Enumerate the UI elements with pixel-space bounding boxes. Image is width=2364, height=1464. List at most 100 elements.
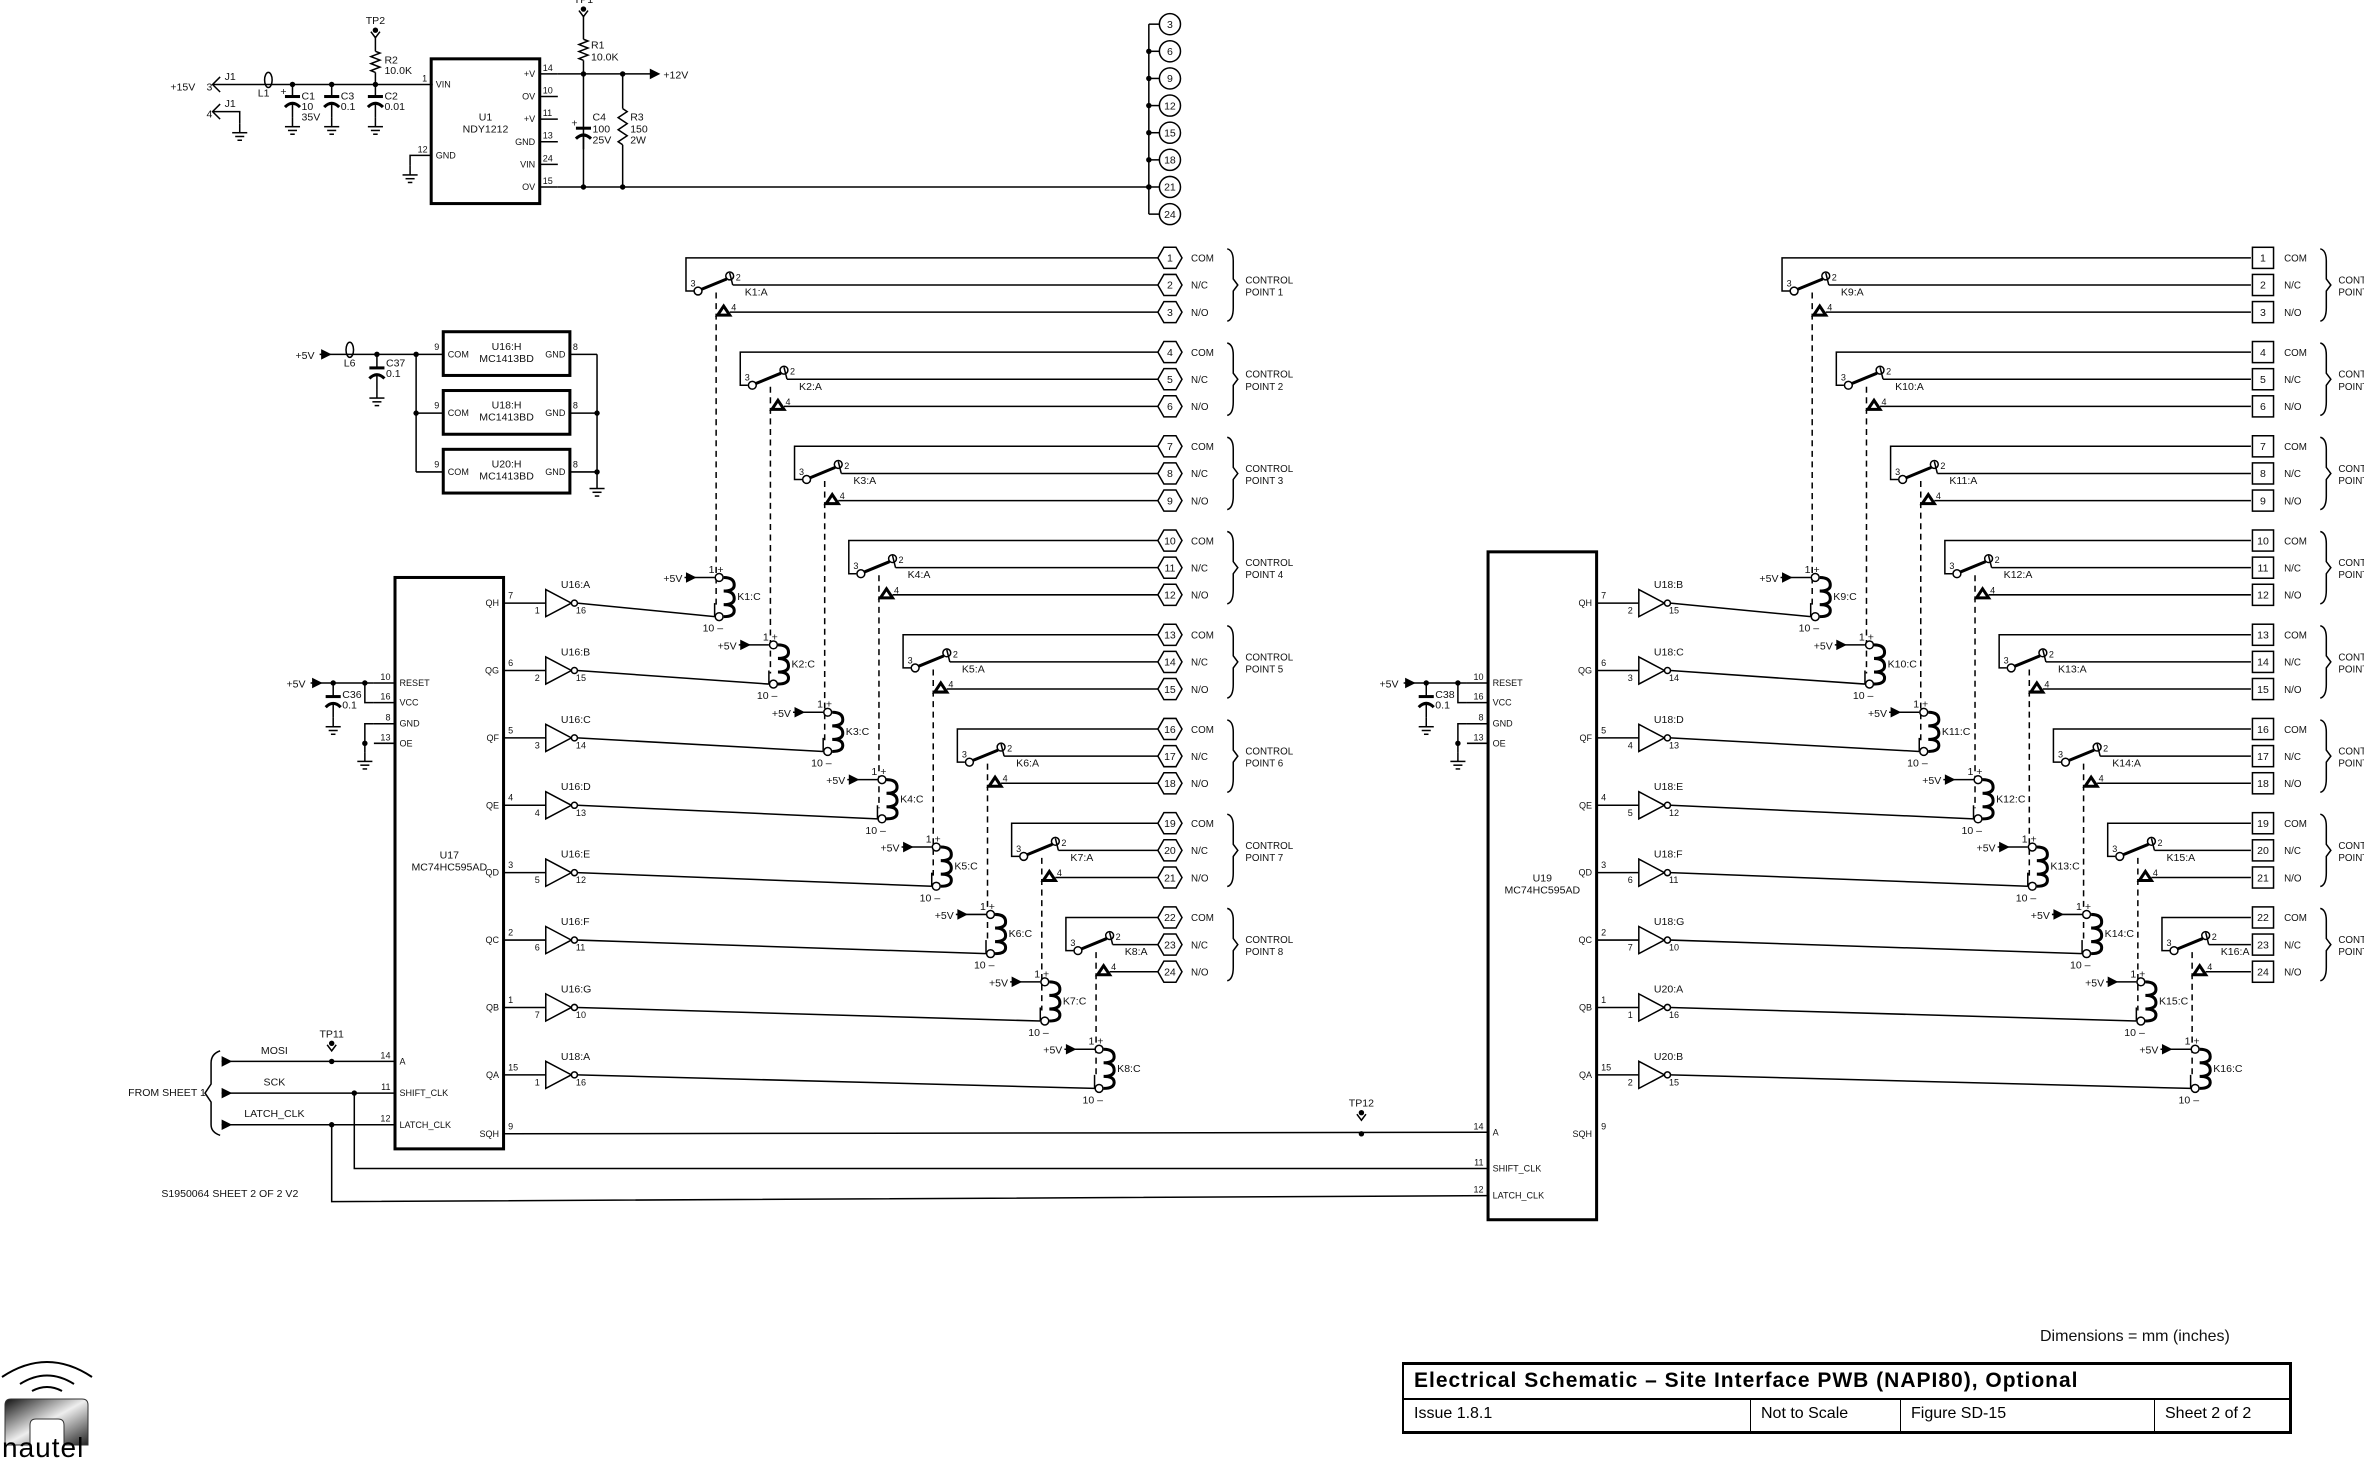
pin-number: 2: [736, 272, 741, 282]
chip-ref: U20:H: [492, 458, 522, 470]
inverter-gate: [1638, 857, 1667, 888]
pin-number: 13: [1473, 732, 1483, 742]
pin-number: 4: [1601, 793, 1606, 803]
terminal-number: 7: [2260, 441, 2266, 453]
pin-number: 4: [785, 397, 790, 407]
pin-number: 9: [434, 342, 439, 352]
terminal-label: COM: [2284, 348, 2307, 359]
signal-label: LATCH_CLK: [244, 1108, 304, 1120]
no-contact-icon: [1094, 962, 1113, 977]
wire: [330, 1124, 1489, 1203]
pin-number: 10 –: [1799, 623, 1820, 635]
gate-ref: U16:D: [561, 781, 591, 793]
relay-coil-ref: K4:C: [900, 793, 924, 805]
relay-contact: [2013, 654, 2041, 668]
terminal-number: 6: [1167, 401, 1173, 413]
cap-value: 0.1: [386, 368, 401, 380]
no-contact-icon: [986, 774, 1004, 788]
supply-label: +5V: [296, 350, 315, 362]
terminal-number: 21: [2257, 872, 2269, 884]
wire: [577, 939, 987, 955]
pin-number: 1: [508, 995, 513, 1005]
pin-number: 11: [1669, 875, 1678, 885]
relay-coil-ref: K3:C: [846, 726, 870, 738]
pin-name: OE: [1493, 738, 1506, 748]
pin-number: 10: [380, 672, 390, 682]
pin-name: SHIFT_CLK: [400, 1088, 449, 1098]
pin-number: 16: [576, 1077, 586, 1087]
terminal-number: 14: [1164, 657, 1176, 669]
supply-label: +5V: [1977, 843, 1996, 855]
pin-number: 4: [535, 808, 540, 818]
terminal-label: N/C: [1191, 375, 1208, 386]
terminal-circle: [714, 611, 724, 622]
wire: [956, 728, 1158, 763]
pin-number: 4: [1936, 491, 1941, 501]
control-point-label: CONTROL: [1245, 464, 1293, 475]
pin-number: 5: [535, 875, 540, 885]
relay-coil-icon: [940, 845, 953, 888]
terminal-label: N/O: [2284, 308, 2302, 319]
pin-number: 14: [576, 740, 586, 750]
pin-number: 12: [380, 1114, 390, 1124]
wire: [1670, 669, 1866, 685]
terminal-label: COM: [1191, 725, 1214, 736]
pin-name: OV: [522, 92, 535, 102]
pin-name: VIN: [520, 159, 535, 169]
arrow-icon: [649, 68, 661, 80]
inverter-gate: [545, 925, 574, 955]
pin-number: 3: [962, 750, 967, 760]
pin-name: QE: [1579, 800, 1592, 810]
terminal-number: 10: [1164, 535, 1176, 547]
terminal-label: N/O: [2284, 873, 2302, 884]
terminal-label: COM: [2284, 725, 2307, 736]
terminal-number: 4: [1167, 347, 1173, 359]
pin-number: 2: [2212, 932, 2217, 942]
pin-number: 7: [1601, 591, 1606, 601]
pin-number: 4: [1882, 397, 1887, 407]
terminal-number: 1: [2260, 253, 2266, 265]
pin-number: 8: [573, 459, 578, 469]
pin-name: VCC: [1493, 698, 1513, 708]
pin-number: 15: [576, 673, 586, 683]
pin-number: 3: [1601, 860, 1606, 870]
terminal-label: COM: [1191, 913, 1214, 924]
pin-name: GND: [545, 467, 566, 477]
pin-number: 4: [1990, 585, 1995, 595]
relay-contact-ref: K2:A: [799, 381, 823, 393]
no-contact-icon: [2136, 868, 2155, 883]
control-point-label: POINT 11: [2338, 476, 2364, 487]
control-point-label: POINT 7: [1245, 853, 1283, 864]
pin-name: QD: [1579, 868, 1593, 878]
pin-number: 4: [2044, 680, 2049, 690]
relay-contact-ref: K15:A: [2166, 852, 2196, 864]
pin-number: 10 –: [1028, 1027, 1049, 1039]
no-contact-icon: [2190, 962, 2209, 977]
pin-number: 14: [380, 1050, 390, 1060]
brace-icon: [1226, 907, 1239, 982]
relay-coil-ref: K7:C: [1063, 995, 1087, 1007]
title-block: Electrical Schematic – Site Interface PW…: [1402, 1362, 2292, 1434]
terminal-label: N/O: [2284, 496, 2302, 507]
inverter-gate: [1638, 992, 1667, 1023]
pin-number: 2: [1995, 555, 2000, 565]
control-point-label: CONTROL: [2338, 935, 2364, 946]
brace-icon: [2320, 719, 2332, 794]
pin-number: 10 –: [2016, 892, 2037, 904]
pin-number: 8: [385, 713, 390, 723]
terminal-label: N/C: [2284, 281, 2301, 292]
pin-number: 3: [1895, 467, 1900, 477]
terminal-label: N/C: [2284, 375, 2301, 386]
relay-coil-ref: K14:C: [2105, 928, 2135, 940]
no-contact-icon: [877, 586, 896, 600]
wire: [353, 1093, 1489, 1170]
no-contact-icon: [714, 303, 733, 317]
terminal-label: COM: [2284, 536, 2307, 547]
pin-number: 3: [853, 561, 858, 571]
pin-number: 14: [1473, 1121, 1483, 1131]
pin-number: 2: [2157, 838, 2162, 848]
pin-number: 6: [1628, 875, 1633, 885]
supply-label: +5V: [2139, 1045, 2158, 1057]
relay-contact-ref: K9:A: [1841, 287, 1865, 299]
pin-number: 4: [2099, 774, 2104, 784]
